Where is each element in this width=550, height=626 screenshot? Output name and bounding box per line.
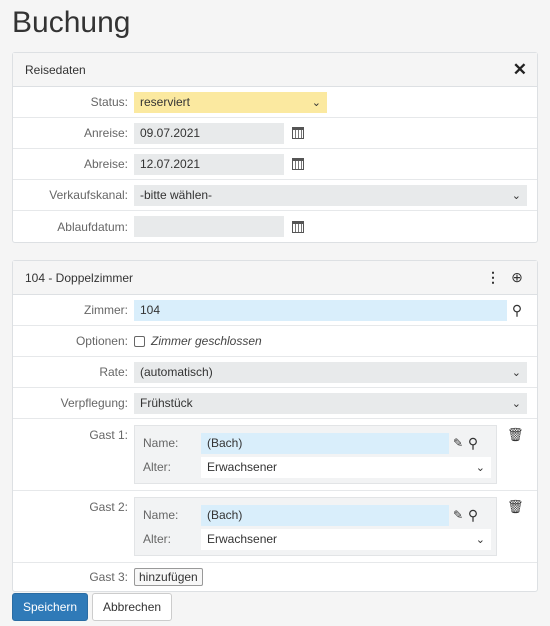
guest-3-row: Gast 3: hinzufügen [13, 563, 537, 591]
guest-2-age-value: Erwachsener [207, 532, 278, 546]
departure-value: 12.07.2021 [140, 157, 201, 171]
plus-circle-icon[interactable]: ⊕ [507, 269, 527, 286]
guest-1-row: Gast 1: Name: (Bach) ✎ ⚲ Alter: Erwachse… [13, 419, 537, 491]
rate-label: Rate: [99, 365, 128, 379]
room-label: Zimmer: [84, 303, 128, 317]
expiry-row: Ablaufdatum: [13, 211, 537, 242]
rate-select[interactable]: (automatisch) ⌄ [134, 361, 527, 383]
board-label: Verpflegung: [60, 396, 128, 410]
calendar-icon[interactable] [292, 158, 304, 170]
save-button[interactable]: Speichern [12, 593, 89, 621]
arrival-row: Anreise: 09.07.2021 [13, 118, 537, 149]
guest-1-age-value: Erwachsener [207, 460, 278, 474]
travel-panel-header: Reisedaten ✕ [13, 53, 537, 87]
search-icon[interactable]: ⚲ [463, 435, 483, 452]
guest-2-row: Gast 2: Name: (Bach) ✎ ⚲ Alter: Erwachse… [13, 491, 537, 563]
departure-input[interactable]: 12.07.2021 [134, 153, 284, 175]
room-panel-header: 104 - Doppelzimmer ⋮ ⊕ [13, 261, 537, 295]
room-panel-title: 104 - Doppelzimmer [25, 270, 134, 285]
status-select[interactable]: reserviert ⌄ [134, 91, 327, 113]
rate-row: Rate: (automatisch) ⌄ [13, 357, 537, 388]
guest-name-label: Name: [143, 508, 179, 522]
arrival-label: Anreise: [83, 126, 128, 140]
guest-1-name-value: (Bach) [207, 436, 243, 450]
guest-1-name-input[interactable]: (Bach) [201, 432, 449, 454]
options-label: Optionen: [75, 334, 128, 348]
rate-value: (automatisch) [140, 365, 213, 379]
add-guest-button[interactable]: hinzufügen [134, 568, 203, 586]
arrival-input[interactable]: 09.07.2021 [134, 122, 284, 144]
search-icon[interactable]: ⚲ [463, 507, 483, 524]
guest-2-box: Name: (Bach) ✎ ⚲ Alter: Erwachsener ⌄ [134, 497, 497, 556]
board-select[interactable]: Frühstück ⌄ [134, 392, 527, 414]
chevron-down-icon: ⌄ [475, 461, 485, 474]
guest-2-name-value: (Bach) [207, 508, 243, 522]
travel-panel-title: Reisedaten [25, 62, 86, 77]
guest-2-age-line: Alter: Erwachsener ⌄ [143, 527, 492, 551]
expiry-label: Ablaufdatum: [57, 219, 128, 234]
guest-1-box: Name: (Bach) ✎ ⚲ Alter: Erwachsener ⌄ [134, 425, 497, 484]
guest-1-age-select[interactable]: Erwachsener ⌄ [201, 456, 491, 478]
guest-1-age-line: Alter: Erwachsener ⌄ [143, 455, 492, 479]
room-closed-label: Zimmer geschlossen [151, 334, 262, 348]
guest-age-label: Alter: [143, 532, 172, 546]
guest-age-label: Alter: [143, 460, 172, 474]
more-vertical-icon[interactable]: ⋮ [483, 269, 503, 286]
calendar-icon[interactable] [292, 127, 304, 139]
board-row: Verpflegung: Frühstück ⌄ [13, 388, 537, 419]
channel-label: Verkaufskanal: [49, 188, 128, 202]
room-closed-checkbox[interactable] [134, 335, 145, 347]
status-value: reserviert [140, 95, 191, 109]
trash-icon[interactable]: 🗑 [507, 425, 524, 443]
expiry-input[interactable] [134, 216, 284, 237]
pencil-icon[interactable]: ✎ [453, 508, 463, 522]
departure-label: Abreise: [83, 157, 128, 171]
status-label: Status: [90, 95, 128, 109]
trash-icon[interactable]: 🗑 [507, 497, 524, 515]
guest-1-name-line: Name: (Bach) ✎ ⚲ [143, 431, 492, 455]
search-icon[interactable]: ⚲ [507, 302, 527, 319]
board-value: Frühstück [140, 396, 193, 410]
room-value: 104 [140, 303, 161, 317]
close-icon[interactable]: ✕ [513, 60, 527, 80]
room-input[interactable]: 104 [134, 299, 507, 321]
calendar-icon[interactable] [292, 220, 304, 233]
channel-value: -bitte wählen- [140, 188, 213, 202]
arrival-value: 09.07.2021 [140, 126, 201, 140]
guest-2-age-select[interactable]: Erwachsener ⌄ [201, 528, 491, 550]
departure-row: Abreise: 12.07.2021 [13, 149, 537, 180]
page-title: Buchung [12, 6, 131, 39]
room-row: Zimmer: 104 ⚲ [13, 295, 537, 326]
pencil-icon[interactable]: ✎ [453, 436, 463, 450]
chevron-down-icon: ⌄ [511, 397, 521, 410]
channel-select[interactable]: -bitte wählen- ⌄ [134, 184, 527, 206]
chevron-down-icon: ⌄ [311, 96, 321, 109]
channel-row: Verkaufskanal: -bitte wählen- ⌄ [13, 180, 537, 211]
chevron-down-icon: ⌄ [511, 366, 521, 379]
guest-2-name-line: Name: (Bach) ✎ ⚲ [143, 503, 492, 527]
travel-data-panel: Reisedaten ✕ Status: reserviert ⌄ Anreis… [12, 52, 538, 243]
room-panel: 104 - Doppelzimmer ⋮ ⊕ Zimmer: 104 ⚲ Opt… [12, 260, 538, 592]
chevron-down-icon: ⌄ [511, 189, 521, 202]
guest-2-label: Gast 2: [89, 500, 128, 514]
guest-1-label: Gast 1: [89, 428, 128, 442]
guest-2-name-input[interactable]: (Bach) [201, 504, 449, 526]
guest-3-label: Gast 3: [89, 570, 128, 584]
guest-name-label: Name: [143, 436, 179, 450]
status-row: Status: reserviert ⌄ [13, 87, 537, 118]
cancel-button[interactable]: Abbrechen [92, 593, 173, 621]
chevron-down-icon: ⌄ [475, 533, 485, 546]
options-row: Optionen: Zimmer geschlossen [13, 326, 537, 357]
